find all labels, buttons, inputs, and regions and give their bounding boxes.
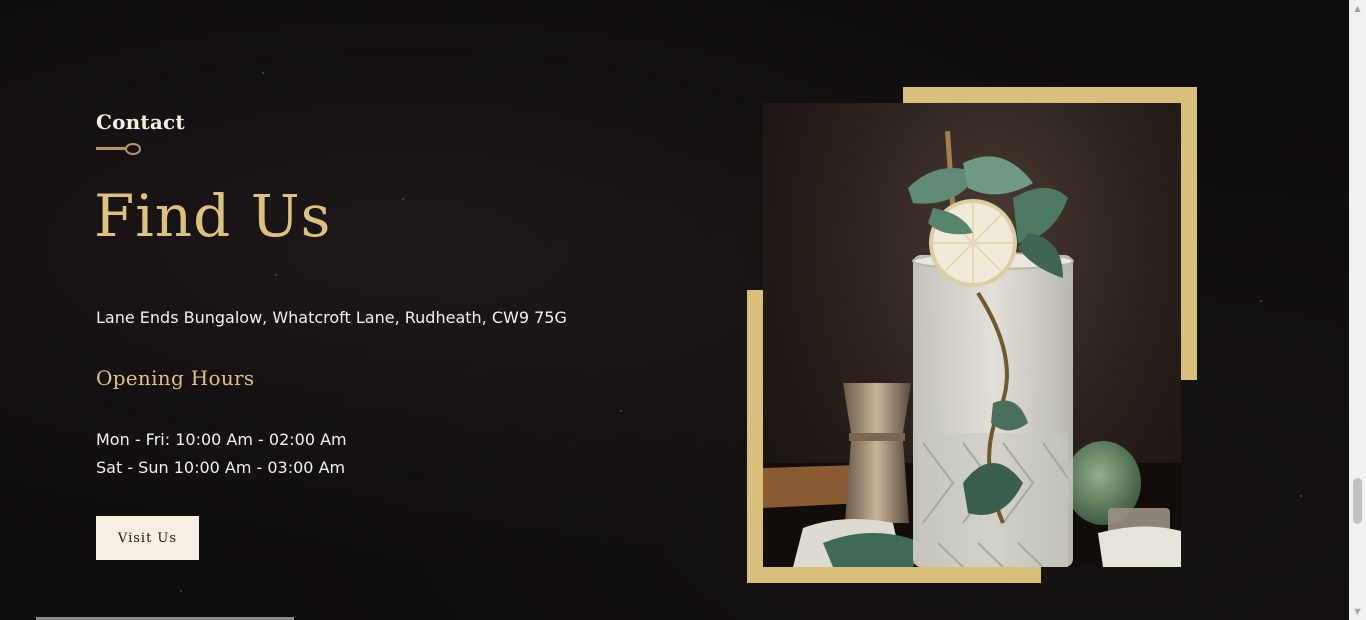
scrollbar-thumb[interactable] <box>1353 478 1362 524</box>
background-speck <box>180 590 182 592</box>
hours-weekend: Sat - Sun 10:00 Am - 03:00 Am <box>96 458 346 477</box>
cocktail-photo <box>763 103 1181 567</box>
background-speck <box>402 198 404 200</box>
mojito-illustration <box>763 131 1181 567</box>
visit-us-button[interactable]: Visit Us <box>96 516 199 560</box>
chevron-up-icon[interactable]: ▲ <box>1349 0 1366 17</box>
opening-hours-title: Opening Hours <box>96 366 255 390</box>
find-us-section: Contact Find Us Lane Ends Bungalow, What… <box>0 0 1366 620</box>
frame-top-accent <box>903 87 1197 103</box>
address-text: Lane Ends Bungalow, Whatcroft Lane, Rudh… <box>96 308 567 327</box>
page-title: Find Us <box>94 182 332 250</box>
jigger <box>843 383 911 523</box>
background-speck <box>620 410 622 412</box>
frame-right-accent <box>1181 87 1197 380</box>
hours-weekday: Mon - Fri: 10:00 Am - 02:00 Am <box>96 430 347 449</box>
section-eyebrow: Contact <box>96 110 185 134</box>
background-speck <box>275 274 277 276</box>
background-speck <box>262 72 264 74</box>
mint-leaves <box>823 533 923 567</box>
spoon-icon <box>96 143 141 155</box>
frame-left-accent <box>747 290 763 583</box>
chevron-down-icon[interactable]: ▼ <box>1349 603 1366 620</box>
lime-wedge <box>1098 526 1181 567</box>
background-speck <box>1300 495 1302 497</box>
vertical-scrollbar[interactable]: ▲ ▼ <box>1349 0 1366 620</box>
background-speck <box>1260 300 1262 302</box>
frame-bottom-accent <box>747 567 1041 583</box>
